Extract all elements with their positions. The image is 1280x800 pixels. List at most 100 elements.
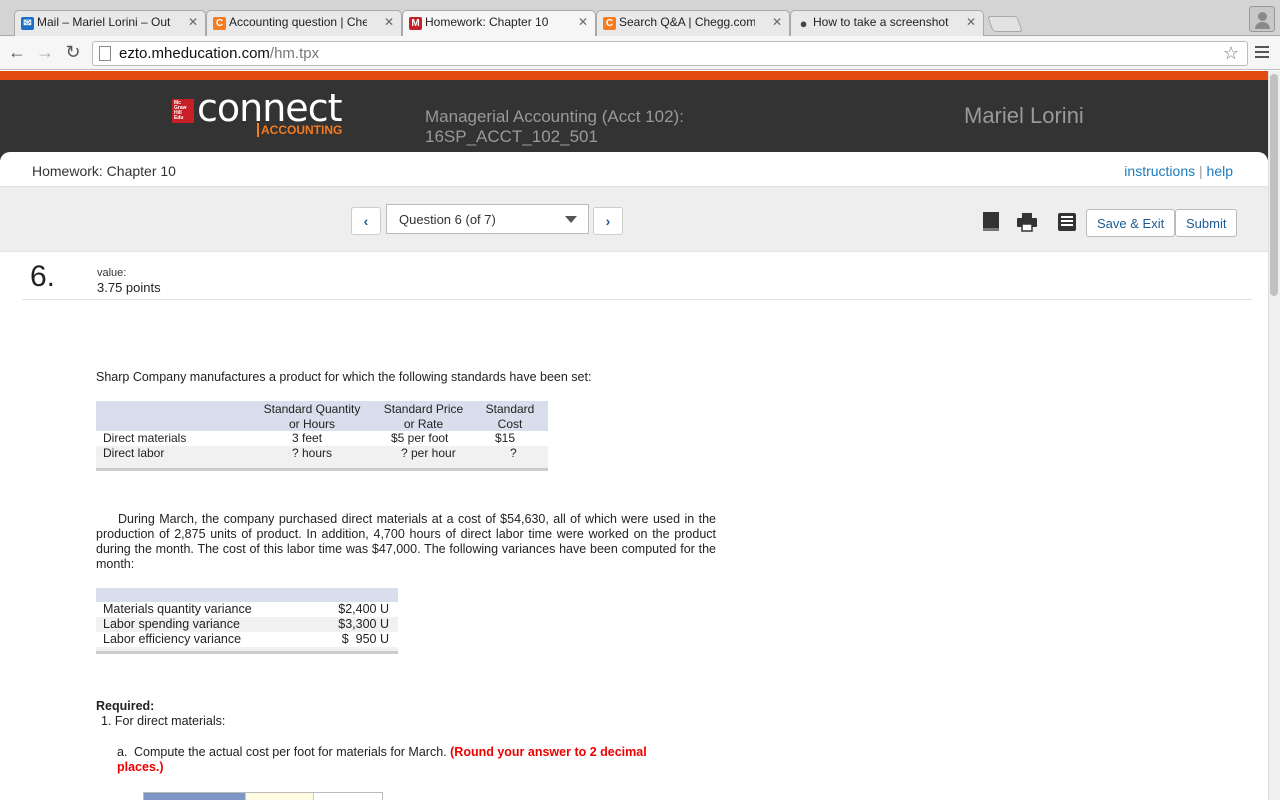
main-content: Homework: Chapter 10 instructions | help… [0, 152, 1268, 800]
row-quantity: 3 feet [292, 431, 323, 445]
new-tab-button[interactable] [987, 16, 1023, 32]
row-quantity: ? hours [292, 446, 333, 460]
table-row: Direct materials 3 feet $5 per foot $15 [96, 431, 548, 446]
previous-question-button[interactable]: ‹ [351, 207, 381, 235]
connect-subbrand: ACCOUNTING [257, 123, 342, 137]
question-select-value: Question 6 (of 7) [399, 212, 496, 227]
instructions-link[interactable]: instructions [1124, 163, 1195, 179]
page-icon [99, 46, 111, 61]
tab-title: Mail – Mariel Lorini – Outlo [37, 15, 171, 29]
header-standard-quantity: Standard Quantity or Hours [256, 402, 368, 432]
required-heading: Required: [96, 699, 155, 713]
row-cost: ? [510, 446, 517, 460]
table-footer [96, 647, 398, 654]
url-path: /hm.tpx [269, 45, 320, 62]
variance-amount: $3,300 U [338, 617, 389, 631]
header-line: or Hours [288, 417, 335, 431]
header-standard-cost: Standard Cost [479, 402, 541, 432]
apple-icon: ● [799, 16, 808, 31]
question-navigation-bar: ‹ Question 6 (of 7) › Save & Exit Submit [0, 186, 1268, 252]
table-row: Labor efficiency variance $ 950 U [96, 632, 398, 647]
part-a-instructions: a. Compute the actual cost per foot for m… [117, 745, 687, 775]
part-letter: a. [117, 745, 128, 759]
table-row: Direct labor ? hours ? per hour ? [96, 446, 548, 461]
scrollbar-thumb[interactable] [1270, 74, 1278, 296]
part-a-text: Compute the actual cost per foot for mat… [134, 745, 447, 759]
course-section: 16SP_ACCT_102_501 [425, 127, 598, 146]
variance-label: Labor efficiency variance [103, 632, 242, 646]
header-line: Standard Quantity [263, 402, 361, 416]
browser-tab-homework[interactable]: M Homework: Chapter 10 ✕ [402, 10, 596, 36]
table-footer [96, 461, 548, 471]
row-cost: $15 [495, 431, 516, 445]
browser-tab-screenshot[interactable]: ● How to take a screenshot c ✕ [790, 10, 984, 36]
chegg-icon: C [213, 17, 226, 30]
question-paragraph: During March, the company purchased dire… [96, 512, 716, 571]
header-line: Standard Price [383, 402, 464, 416]
variances-table-header [96, 588, 398, 602]
accent-bar [0, 71, 1268, 80]
profile-icon[interactable] [1249, 6, 1275, 32]
tab-title: Accounting question | Che [229, 15, 367, 29]
row-price: ? per hour [401, 446, 456, 460]
bookmark-star-icon[interactable]: ☆ [1223, 43, 1239, 64]
assignment-title: Homework: Chapter 10 [32, 163, 176, 179]
back-icon[interactable]: ← [6, 42, 28, 63]
divider [22, 299, 1252, 300]
variances-table: Materials quantity variance $2,400 U Lab… [96, 588, 398, 654]
table-row: Materials quantity variance $2,400 U [96, 602, 398, 617]
required-item: 1. For direct materials: [101, 714, 226, 728]
close-tab-icon[interactable]: ✕ [188, 15, 198, 29]
url-host: ezto.mheducation.com [119, 45, 270, 62]
browser-tab-chegg-search[interactable]: C Search Q&A | Chegg.com ✕ [596, 10, 790, 36]
answer-input[interactable] [245, 793, 314, 800]
row-label: Direct materials [103, 431, 187, 445]
row-label: Direct labor [103, 446, 165, 460]
mcgraw-hill-logo: Mc Graw Hill Edu [172, 99, 194, 123]
header-line: Cost [497, 417, 523, 431]
help-link[interactable]: help [1207, 163, 1233, 179]
close-tab-icon[interactable]: ✕ [578, 15, 588, 29]
ebook-icon[interactable] [980, 211, 1002, 233]
value-label: value: [97, 267, 127, 279]
table-row: Labor spending variance $3,300 U [96, 617, 398, 632]
question-number: 6. [30, 260, 56, 293]
close-tab-icon[interactable]: ✕ [772, 15, 782, 29]
references-icon[interactable] [1056, 211, 1078, 233]
tab-title: Search Q&A | Chegg.com [619, 15, 755, 29]
close-tab-icon[interactable]: ✕ [966, 15, 976, 29]
close-tab-icon[interactable]: ✕ [384, 15, 394, 29]
browser-tab-chegg-question[interactable]: C Accounting question | Che ✕ [206, 10, 402, 36]
standards-table-header: Standard Quantity or Hours Standard Pric… [96, 401, 548, 431]
forward-icon[interactable]: → [34, 42, 56, 63]
variance-label: Materials quantity variance [103, 602, 252, 616]
question-points: 3.75 points [97, 280, 161, 295]
submit-button[interactable]: Submit [1175, 209, 1238, 237]
browser-menu-icon[interactable] [1255, 44, 1269, 61]
user-name: Mariel Lorini [964, 103, 1084, 128]
reload-icon[interactable]: ↻ [62, 42, 84, 63]
question-intro: Sharp Company manufactures a product for… [96, 370, 592, 384]
chegg-icon: C [603, 17, 616, 30]
browser-tab-strip: ✉ Mail – Mariel Lorini – Outlo ✕ C Accou… [0, 0, 1280, 36]
save-exit-button[interactable]: Save & Exit [1086, 209, 1176, 237]
variance-amount: $ 950 U [341, 632, 389, 646]
tab-title: How to take a screenshot c [813, 15, 949, 29]
question-select[interactable]: Question 6 (of 7) [386, 204, 589, 234]
variance-amount: $2,400 U [338, 602, 389, 616]
next-question-button[interactable]: › [593, 207, 623, 235]
print-icon[interactable] [1016, 211, 1038, 233]
header-line: Standard [485, 402, 535, 416]
variance-label: Labor spending variance [103, 617, 240, 631]
answer-label-cell [144, 793, 245, 800]
row-price: $5 per foot [391, 431, 449, 445]
header-standard-price: Standard Price or Rate [376, 402, 471, 432]
help-links: instructions | help [1124, 163, 1233, 179]
mail-icon: ✉ [21, 17, 34, 30]
standards-table: Standard Quantity or Hours Standard Pric… [96, 401, 548, 471]
address-bar[interactable]: ezto.mheducation.com/hm.tpx ☆ [92, 41, 1248, 66]
link-separator: | [1199, 163, 1203, 179]
course-title: Managerial Accounting (Acct 102): 16SP_A… [425, 107, 684, 147]
browser-tab-mail[interactable]: ✉ Mail – Mariel Lorini – Outlo ✕ [14, 10, 206, 36]
header-line: or Rate [403, 417, 444, 431]
